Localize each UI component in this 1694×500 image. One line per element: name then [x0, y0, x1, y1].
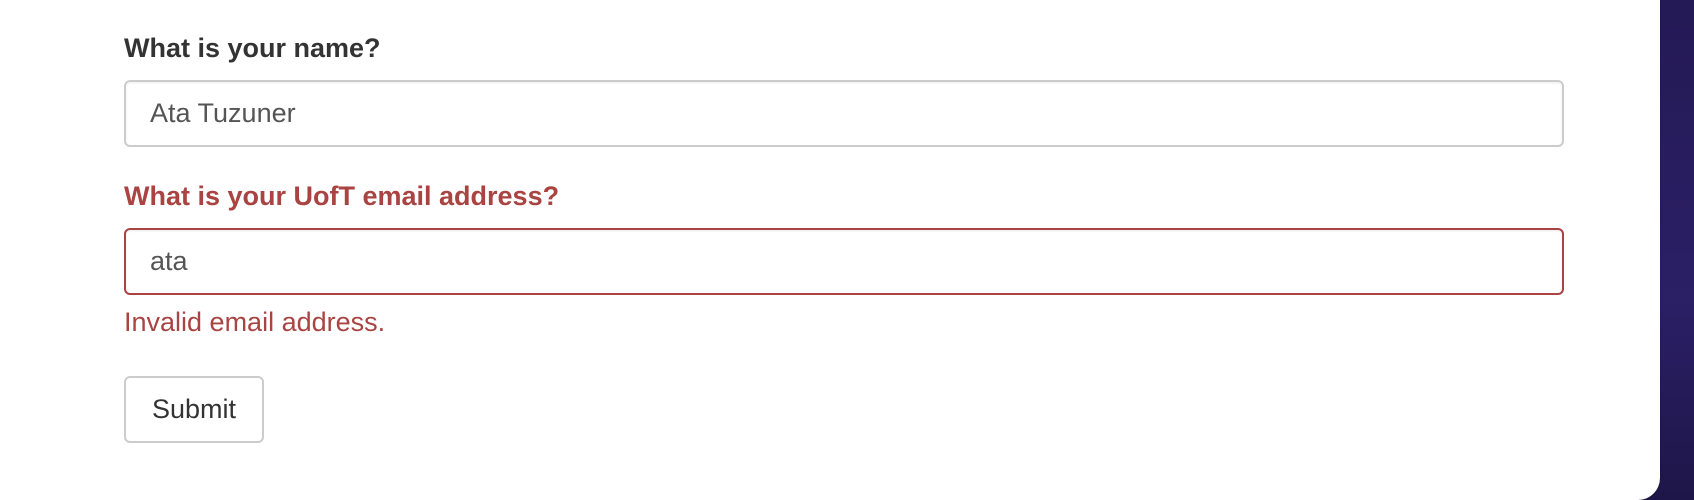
form-panel: What is your name? What is your UofT ema…	[0, 0, 1660, 500]
name-label: What is your name?	[124, 33, 381, 63]
submit-button[interactable]: Submit	[124, 376, 264, 443]
email-label: What is your UofT email address?	[124, 181, 560, 211]
email-input[interactable]	[124, 228, 1564, 295]
email-error-message: Invalid email address.	[124, 307, 386, 337]
name-input[interactable]	[124, 80, 1564, 147]
